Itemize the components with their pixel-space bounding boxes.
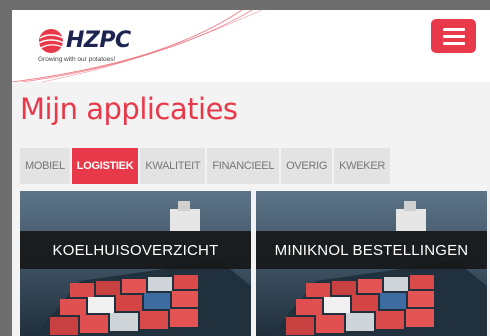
tab-kweker[interactable]: KWEKER <box>334 148 391 184</box>
app-page: HZPC Growing with our potatoes! Mijn app… <box>12 10 490 336</box>
brand-tagline: Growing with our potatoes! <box>38 56 116 63</box>
app-tile-koelhuisoverzicht[interactable]: KOELHUISOVERZICHT <box>20 191 251 336</box>
category-tabs: MOBIEL LOGISTIEK KWALITEIT FINANCIEEL OV… <box>20 148 391 184</box>
site-header: HZPC Growing with our potatoes! <box>12 10 490 82</box>
tab-overig[interactable]: OVERIG <box>281 148 333 184</box>
hamburger-menu-icon <box>442 27 465 31</box>
tab-kwaliteit[interactable]: KWALITEIT <box>140 148 206 184</box>
app-tile-label: MINIKNOL BESTELLINGEN <box>256 231 487 269</box>
brand-name: HZPC <box>66 28 131 53</box>
hzpc-logo[interactable]: HZPC Growing with our potatoes! <box>36 24 146 72</box>
tab-financieel[interactable]: FINANCIEEL <box>207 148 280 184</box>
hamburger-menu-button[interactable] <box>431 19 476 53</box>
hamburger-menu-icon-bar <box>442 41 465 45</box>
app-tile-label: KOELHUISOVERZICHT <box>20 231 251 269</box>
page-title: Mijn applicaties <box>20 92 238 126</box>
potato-globe-icon <box>38 29 65 53</box>
tab-mobiel[interactable]: MOBIEL <box>20 148 70 184</box>
tab-logistiek[interactable]: LOGISTIEK <box>71 148 139 184</box>
app-tile-miniknol-bestellingen[interactable]: MINIKNOL BESTELLINGEN <box>256 191 487 336</box>
hamburger-menu-icon-bar <box>442 34 465 38</box>
application-tiles: KOELHUISOVERZICHT MINIKNOL BESTELLINGEN <box>20 191 487 336</box>
